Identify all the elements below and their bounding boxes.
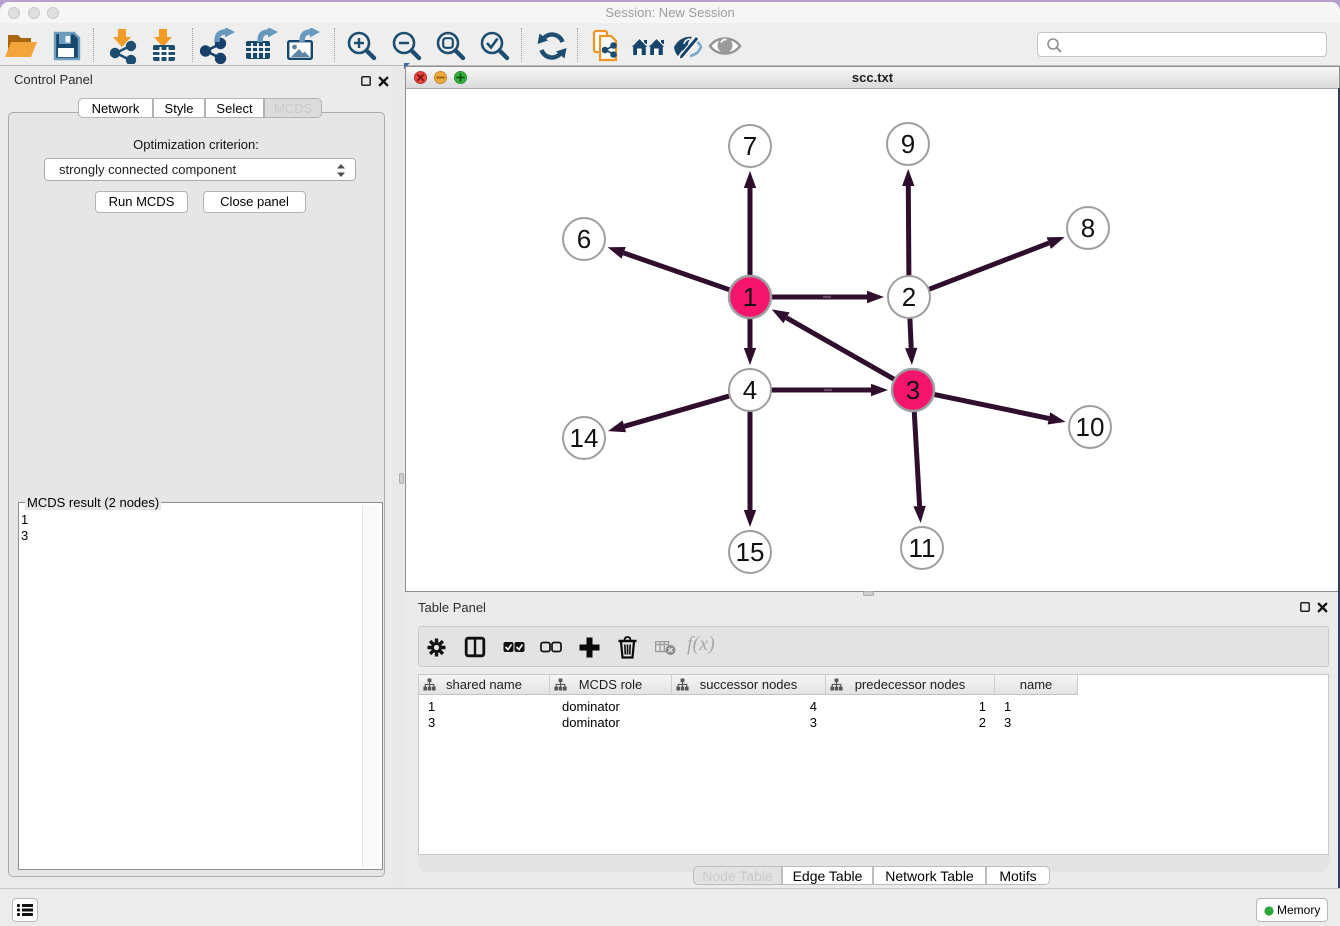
svg-text:6: 6 — [577, 224, 591, 254]
svg-text:9: 9 — [901, 129, 915, 159]
svg-text:14: 14 — [570, 423, 599, 453]
svg-text:4: 4 — [743, 375, 757, 405]
svg-text:1: 1 — [743, 282, 757, 312]
svg-text:11: 11 — [909, 533, 936, 563]
svg-text:3: 3 — [906, 375, 920, 405]
svg-text:2: 2 — [902, 282, 916, 312]
svg-text:8: 8 — [1081, 213, 1095, 243]
svg-text:10: 10 — [1076, 412, 1105, 442]
svg-text:7: 7 — [743, 131, 757, 161]
svg-text:15: 15 — [736, 537, 765, 567]
